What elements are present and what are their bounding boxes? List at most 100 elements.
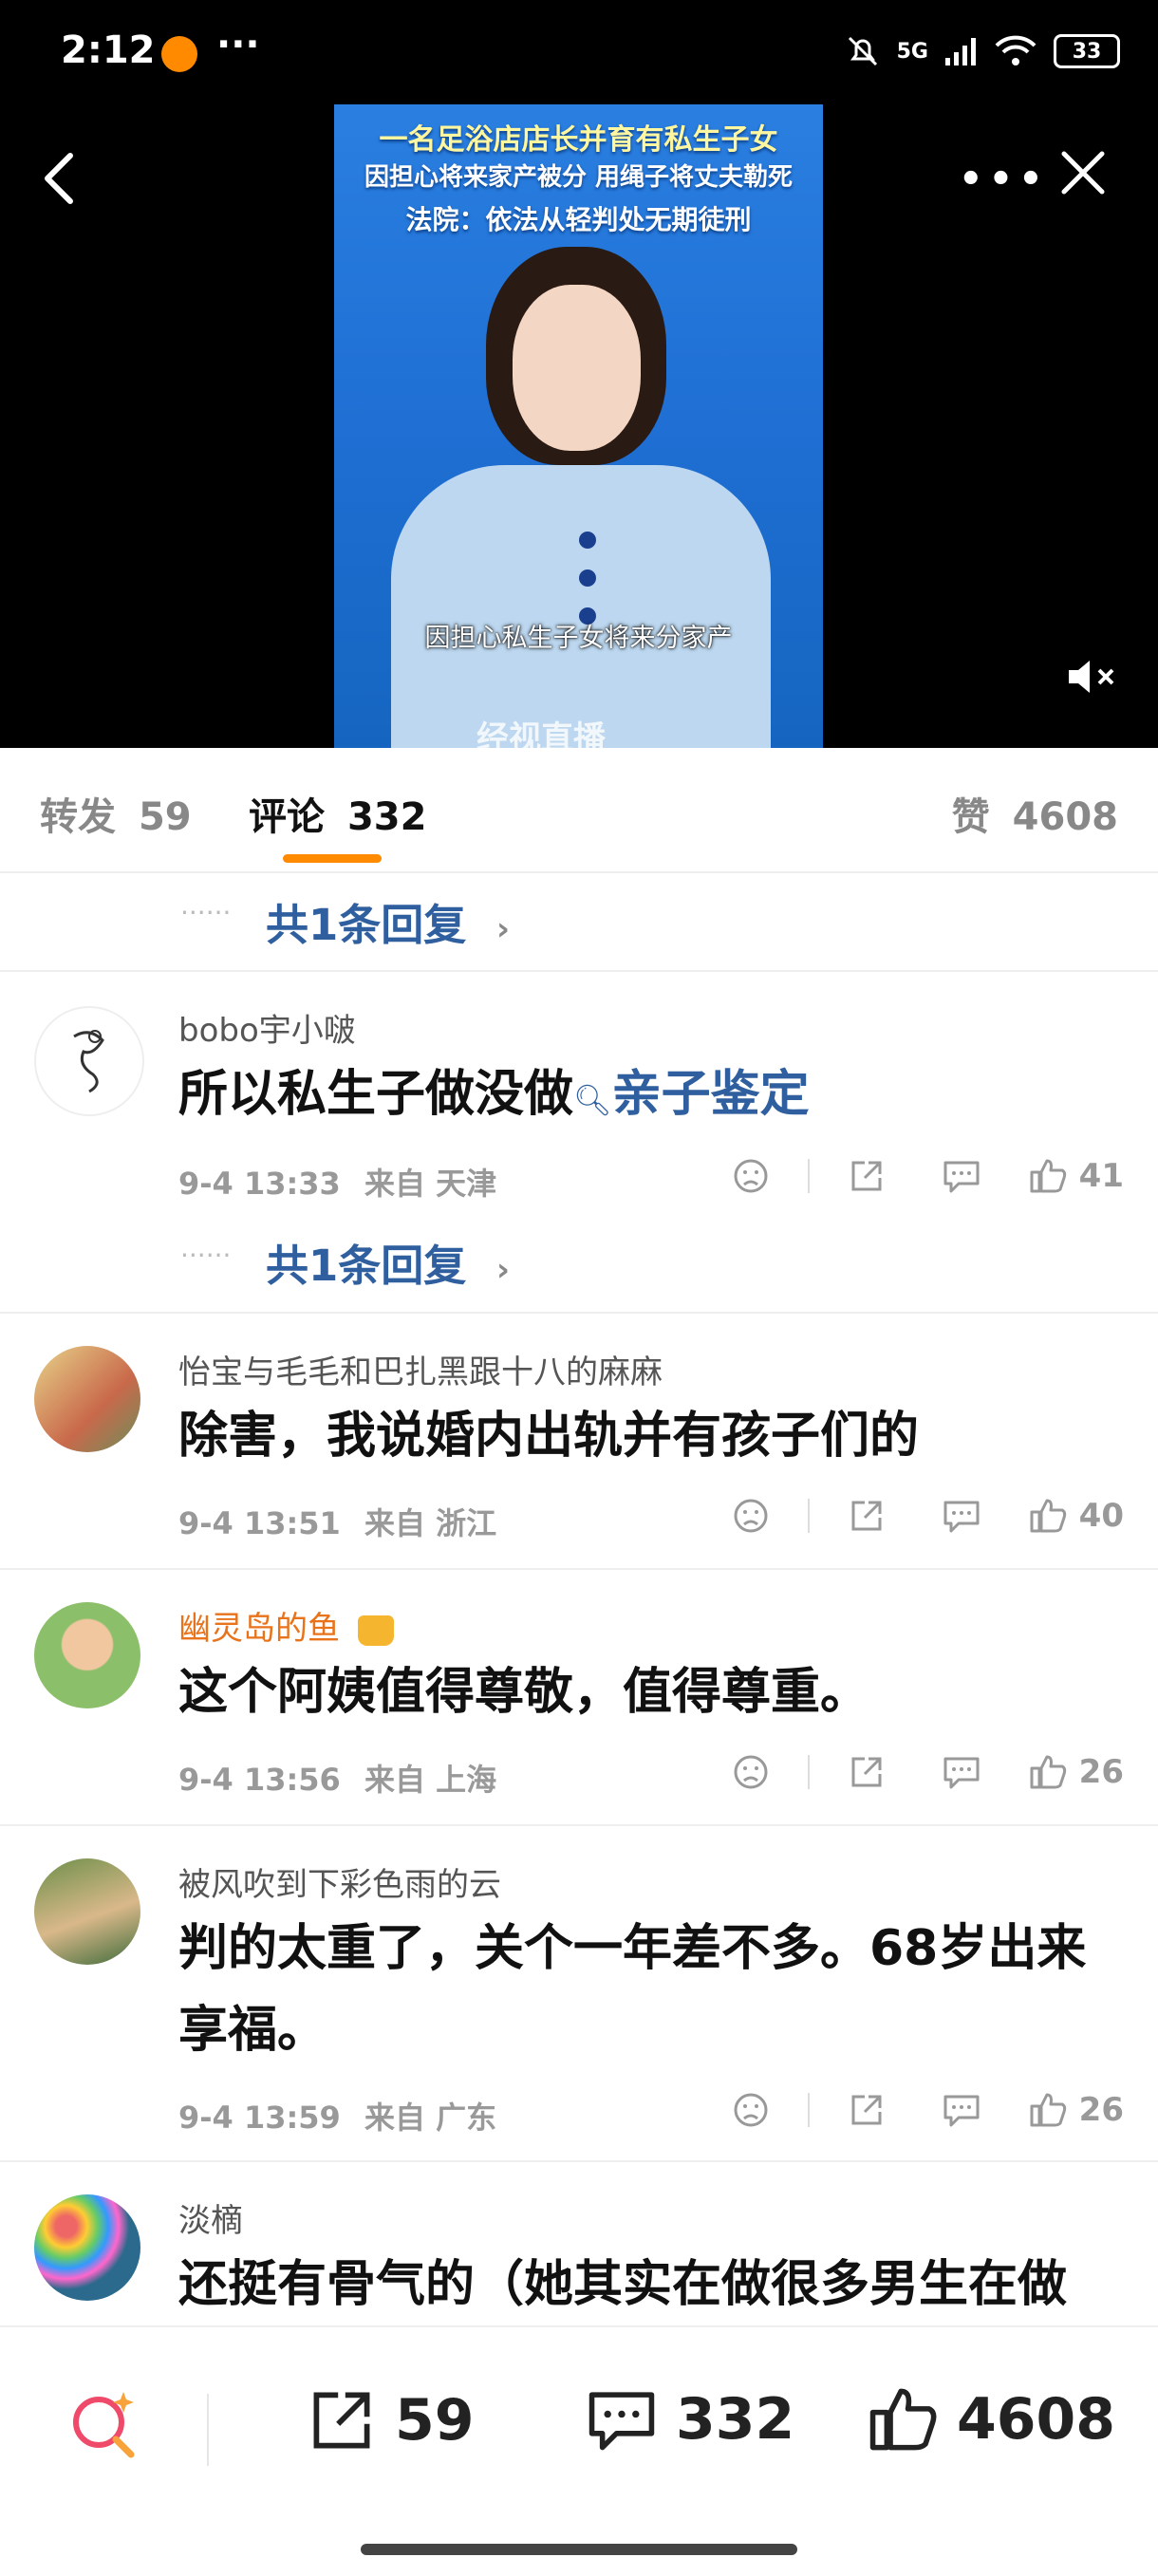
comment-actions: 40 (703, 1492, 1124, 1540)
home-indicator[interactable] (361, 2544, 797, 2555)
vip-crown-icon (357, 1615, 394, 1646)
view-replies-link[interactable]: 共1条回复 › (266, 1231, 510, 1293)
tab-comments-count: 332 (346, 795, 427, 839)
dislike-icon[interactable] (703, 1152, 798, 1200)
reply-icon[interactable] (914, 2086, 1009, 2134)
comment-meta: 9-4 13:51 来自 浙江 (178, 1500, 496, 1543)
share-icon (313, 2392, 370, 2449)
reply-icon[interactable] (914, 1748, 1009, 1796)
comment-actions: 26 (703, 2086, 1124, 2134)
repost-button[interactable]: 59 (306, 2384, 475, 2456)
tab-likes-label: 赞 (951, 795, 990, 839)
comment-content: 所以私生子做没做🔍︎亲子鉴定 (178, 1054, 1090, 1141)
comment-date: 9-4 13:33 (178, 1166, 341, 1202)
comment-location: 来自 浙江 (364, 1505, 497, 1541)
comment-divider (0, 1312, 1158, 1314)
action-separator (807, 1499, 810, 1533)
share-icon[interactable] (819, 1492, 914, 1540)
mute-bell-icon (848, 36, 877, 66)
status-bar: 2:12 ··· 5G 33 (0, 0, 1158, 104)
like-button[interactable]: 4608 (866, 2384, 1115, 2455)
channel-logo: 经视直播 (476, 719, 606, 748)
like-button[interactable]: 40 (1009, 1492, 1124, 1540)
back-arrow-icon[interactable] (38, 150, 80, 207)
tab-likes[interactable]: 赞 4608 (952, 786, 1118, 841)
comment-button[interactable]: 332 (585, 2384, 794, 2455)
tab-repost-label: 转发 (40, 795, 116, 839)
reply-icon[interactable] (914, 1152, 1009, 1200)
battery-indicator: 33 (1054, 34, 1120, 68)
view-replies-link[interactable]: 共1条回复 › (266, 890, 510, 952)
comment-divider (0, 1824, 1158, 1826)
avatar[interactable] (34, 1602, 140, 1708)
avatar[interactable] (34, 1006, 144, 1116)
dislike-icon[interactable] (703, 1492, 798, 1540)
more-options-button[interactable]: ••• (959, 158, 1049, 201)
comment-meta: 9-4 13:33 来自 天津 (178, 1160, 496, 1204)
wifi-icon (995, 35, 1037, 65)
comment-username[interactable]: bobo宇小啵 (178, 1004, 356, 1051)
view-replies-label: 共1条回复 (266, 1241, 467, 1291)
action-separator (807, 1755, 810, 1789)
reply-dots: ······ (180, 1240, 232, 1271)
comment-username[interactable]: 幽灵岛的鱼 (178, 1602, 394, 1649)
tab-repost-count: 59 (138, 795, 192, 839)
bar-separator (207, 2394, 209, 2466)
chevron-right-icon: › (495, 1251, 510, 1289)
comment-count: 332 (676, 2386, 795, 2453)
ai-search-icon[interactable] (66, 2386, 142, 2462)
comment-content: 还挺有骨气的（她其实在做很多男生在做的事情）比好多隐忍派厉害了 (178, 2256, 1068, 2395)
close-icon[interactable] (1058, 148, 1108, 197)
video-frame: 一名足浴店店长并育有私生子女 因担心将来家产被分 用绳子将丈夫勒死 法院：依法从… (334, 104, 823, 748)
like-count: 4608 (957, 2386, 1115, 2453)
like-button[interactable]: 26 (1009, 1748, 1124, 1796)
anchor-body (391, 465, 771, 748)
comment-location: 来自 上海 (364, 1762, 497, 1798)
avatar[interactable] (34, 1346, 140, 1452)
dislike-icon[interactable] (703, 2086, 798, 2134)
video-subtitle: 因担心私生子女将来分家产 (424, 624, 733, 653)
comment-username-text: 幽灵岛的鱼 (178, 1610, 340, 1648)
comment-content: 除害，我说婚内出轨并有孩子们的 (178, 1408, 920, 1465)
status-time: 2:12 (61, 28, 156, 72)
like-count: 26 (1078, 1753, 1124, 1791)
reply-icon[interactable] (914, 1492, 1009, 1540)
avatar[interactable] (34, 1858, 140, 1965)
comment-actions: 26 (703, 1748, 1124, 1796)
comment-username[interactable]: 被风吹到下彩色雨的云 (178, 1858, 501, 1905)
tab-repost[interactable]: 转发 59 (40, 786, 192, 841)
comment-date: 9-4 13:59 (178, 2100, 341, 2136)
anchor-face (513, 285, 641, 451)
share-icon[interactable] (819, 1748, 914, 1796)
comment-meta: 9-4 13:56 来自 上海 (178, 1756, 496, 1800)
action-separator (807, 2093, 810, 2127)
action-separator (807, 1159, 810, 1193)
comment-actions: 41 (703, 1152, 1124, 1200)
repost-count: 59 (395, 2387, 475, 2454)
comment-divider (0, 970, 1158, 972)
like-count: 26 (1078, 2091, 1124, 2129)
comment-username[interactable]: 怡宝与毛毛和巴扎黑跟十八的麻麻 (178, 1346, 663, 1392)
like-button[interactable]: 26 (1009, 2086, 1124, 2134)
tab-comments[interactable]: 评论 332 (249, 786, 426, 841)
jacket-button (579, 569, 596, 587)
comment-username[interactable]: 淡樀 (178, 2194, 243, 2241)
thumbs-up-icon (869, 2388, 937, 2451)
comment-text: 所以私生子做没做 (178, 1066, 574, 1123)
comment-meta: 9-4 13:59 来自 广东 (178, 2094, 496, 2137)
comment-date: 9-4 13:56 (178, 1762, 341, 1798)
weibo-notification-icon (161, 36, 197, 72)
jacket-button (579, 532, 596, 549)
comment-divider (0, 2160, 1158, 2162)
mute-speaker-icon[interactable] (1065, 653, 1122, 700)
video-player[interactable]: 一名足浴店店长并育有私生子女 因担心将来家产被分 用绳子将丈夫勒死 法院：依法从… (0, 104, 1158, 748)
like-count: 41 (1078, 1157, 1124, 1195)
share-icon[interactable] (819, 2086, 914, 2134)
share-icon[interactable] (819, 1152, 914, 1200)
like-button[interactable]: 41 (1009, 1152, 1124, 1200)
avatar[interactable] (34, 2194, 140, 2301)
video-headline-3: 法院：依法从轻判处无期徒刑 (405, 204, 752, 235)
topic-link[interactable]: 亲子鉴定 (612, 1066, 810, 1123)
dislike-icon[interactable] (703, 1748, 798, 1796)
search-icon: 🔍︎ (573, 1082, 612, 1118)
